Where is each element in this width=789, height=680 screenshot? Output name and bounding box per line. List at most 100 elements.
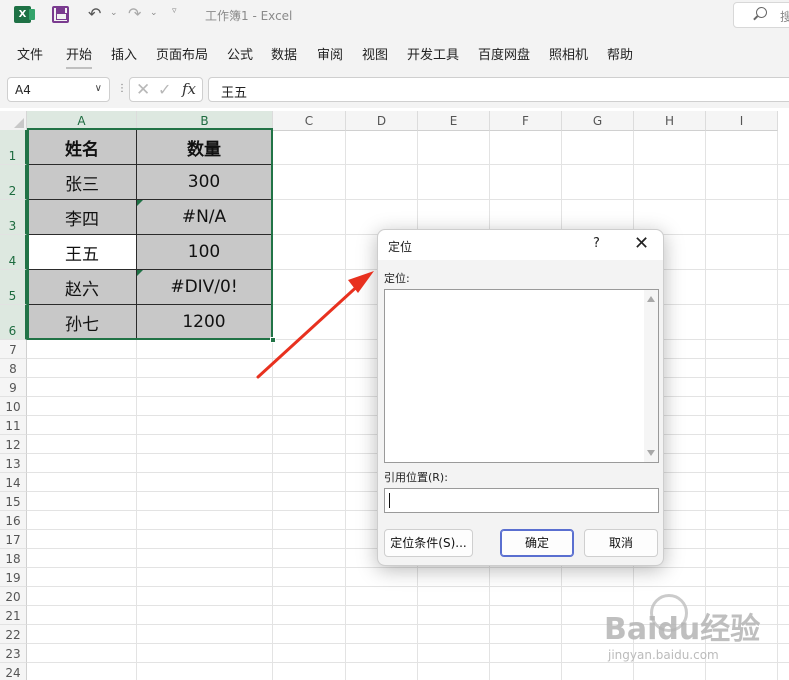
cell-value: #N/A: [181, 207, 227, 227]
row-header-1[interactable]: 1: [0, 130, 27, 165]
undo-icon[interactable]: ↶: [88, 4, 101, 24]
column-gridline: [705, 131, 706, 680]
close-icon[interactable]: ✕: [634, 233, 649, 254]
column-header-f[interactable]: F: [490, 111, 562, 131]
insert-function-icon[interactable]: fx: [182, 80, 196, 98]
tab-baidu-netdisk[interactable]: 百度网盘: [478, 44, 530, 63]
row-header-6[interactable]: 6: [0, 305, 27, 340]
row-header-18[interactable]: 18: [0, 549, 27, 568]
formula-input[interactable]: 王五: [208, 77, 789, 102]
active-cell[interactable]: 王五: [28, 235, 137, 270]
table-cell-error[interactable]: #DIV/0!: [137, 270, 272, 305]
row-header-4[interactable]: 4: [0, 235, 27, 270]
tab-view[interactable]: 视图: [362, 44, 388, 63]
watermark-brand: Baidu经验: [604, 612, 761, 647]
text-caret: [389, 493, 390, 508]
row-header-7[interactable]: 7: [0, 340, 27, 359]
column-header-e[interactable]: E: [418, 111, 490, 131]
redo-dropdown-icon[interactable]: ⌄: [150, 8, 158, 18]
row-header-11[interactable]: 11: [0, 416, 27, 435]
row-header-15[interactable]: 15: [0, 492, 27, 511]
row-number: 13: [5, 457, 21, 471]
table-cell[interactable]: 张三: [28, 165, 137, 200]
row-header-24[interactable]: 24: [0, 663, 27, 680]
table-cell[interactable]: 赵六: [28, 270, 137, 305]
tab-formulas[interactable]: 公式: [227, 44, 253, 63]
table-cell[interactable]: 1200: [137, 305, 272, 340]
row-number: 11: [5, 419, 21, 433]
tab-home[interactable]: 开始: [66, 44, 93, 69]
name-box[interactable]: A4 ∨: [7, 77, 110, 102]
tab-insert[interactable]: 插入: [111, 44, 137, 63]
tab-help[interactable]: 帮助: [607, 44, 633, 63]
row-header-3[interactable]: 3: [0, 200, 27, 235]
row-header-19[interactable]: 19: [0, 568, 27, 587]
tab-review[interactable]: 审阅: [317, 44, 343, 63]
tab-developer[interactable]: 开发工具: [407, 44, 459, 63]
select-all-corner[interactable]: [0, 111, 27, 131]
row-header-17[interactable]: 17: [0, 530, 27, 549]
tab-data[interactable]: 数据: [271, 44, 297, 63]
chevron-down-icon[interactable]: ∨: [95, 83, 102, 94]
cancel-button[interactable]: 取消: [584, 529, 658, 557]
row-header-20[interactable]: 20: [0, 587, 27, 606]
row-header-8[interactable]: 8: [0, 359, 27, 378]
goto-dialog: 定位 ? ✕ 定位: 引用位置(R): 定位条件(S)... 确定 取消: [377, 229, 664, 566]
row-number: 16: [5, 514, 21, 528]
row-header-14[interactable]: 14: [0, 473, 27, 492]
reference-input[interactable]: [384, 488, 659, 513]
ok-button[interactable]: 确定: [500, 529, 574, 557]
goto-listbox[interactable]: [384, 289, 659, 463]
customize-toolbar-icon[interactable]: ▿: [172, 6, 177, 16]
row-header-12[interactable]: 12: [0, 435, 27, 454]
fill-handle[interactable]: [270, 337, 276, 343]
row-header-23[interactable]: 23: [0, 644, 27, 663]
listbox-scrollbar[interactable]: [644, 290, 658, 462]
column-header-g[interactable]: G: [562, 111, 634, 131]
tab-page-layout[interactable]: 页面布局: [156, 44, 208, 63]
row-header-16[interactable]: 16: [0, 511, 27, 530]
row-header-5[interactable]: 5: [0, 270, 27, 305]
table-header-cell[interactable]: 数量: [137, 130, 272, 165]
row-header-9[interactable]: 9: [0, 378, 27, 397]
column-header-h[interactable]: H: [634, 111, 706, 131]
search-box[interactable]: 搜: [733, 2, 789, 28]
goto-list-label: 定位:: [384, 272, 410, 285]
tab-camera[interactable]: 照相机: [549, 44, 588, 63]
table-cell[interactable]: 100: [137, 235, 272, 270]
enter-icon[interactable]: ✓: [158, 80, 171, 99]
row-number: 15: [5, 495, 21, 509]
cancel-icon[interactable]: ✕: [136, 80, 150, 100]
save-icon[interactable]: [52, 6, 69, 23]
row-number: 3: [8, 219, 17, 233]
row-header-10[interactable]: 10: [0, 397, 27, 416]
column-header-i[interactable]: I: [706, 111, 778, 131]
column-header-b[interactable]: B: [137, 111, 273, 131]
row-header-2[interactable]: 2: [0, 165, 27, 200]
watermark-url: jingyan.baidu.com: [608, 648, 719, 662]
scroll-down-icon[interactable]: [647, 450, 655, 456]
column-header-a[interactable]: A: [27, 111, 137, 131]
help-icon[interactable]: ?: [593, 236, 600, 251]
table-cell[interactable]: 李四: [28, 200, 137, 235]
column-header-c[interactable]: C: [273, 111, 346, 131]
table-cell-error[interactable]: #N/A: [137, 200, 272, 235]
row-header-22[interactable]: 22: [0, 625, 27, 644]
goto-special-button[interactable]: 定位条件(S)...: [384, 529, 473, 557]
scroll-up-icon[interactable]: [647, 296, 655, 302]
table-cell[interactable]: 孙七: [28, 305, 137, 340]
row-number: 22: [5, 628, 21, 642]
redo-icon[interactable]: ↷: [128, 4, 141, 24]
row-number: 1: [8, 149, 17, 163]
row-header-21[interactable]: 21: [0, 606, 27, 625]
row-number: 23: [5, 647, 21, 661]
formula-bar: A4 ∨ ⋮ ✕ ✓ fx 王五: [0, 72, 789, 108]
tab-file[interactable]: 文件: [17, 44, 43, 63]
table-header-cell[interactable]: 姓名: [28, 130, 137, 165]
table-cell[interactable]: 300: [137, 165, 272, 200]
name-box-value: A4: [15, 83, 31, 97]
row-number: 21: [5, 609, 21, 623]
column-header-d[interactable]: D: [346, 111, 418, 131]
row-header-13[interactable]: 13: [0, 454, 27, 473]
undo-dropdown-icon[interactable]: ⌄: [110, 8, 118, 18]
